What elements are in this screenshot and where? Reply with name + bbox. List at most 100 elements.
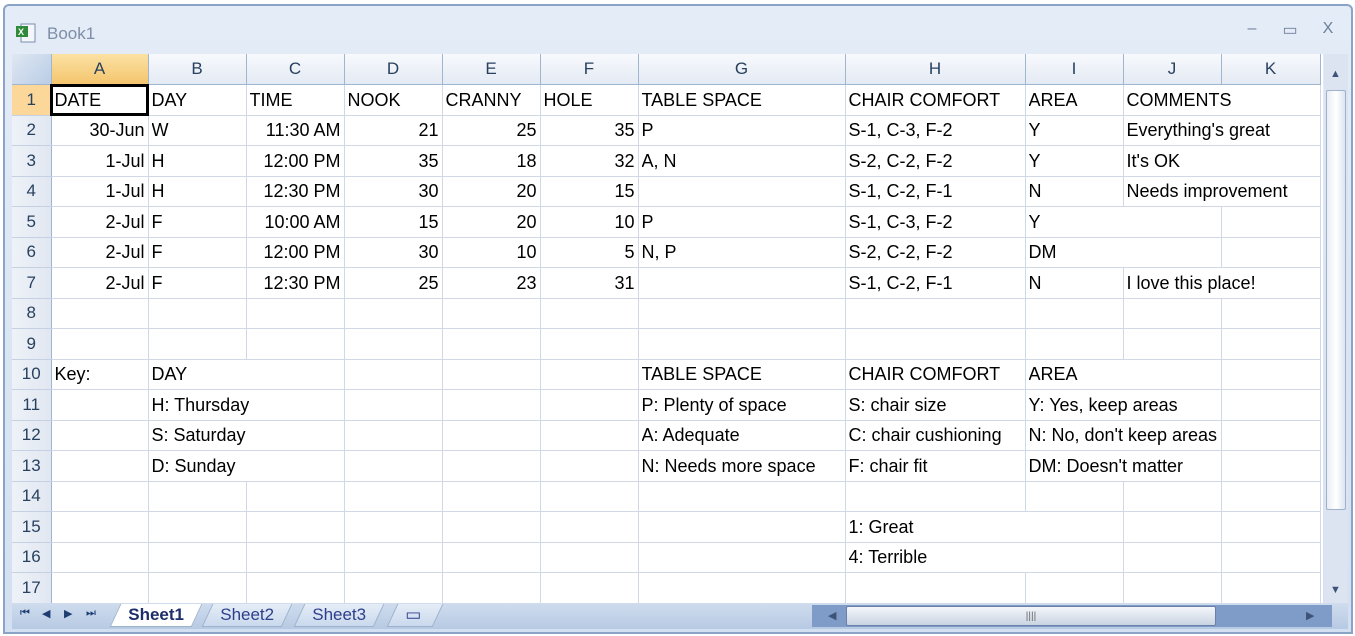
cell-K13[interactable] [1221,450,1321,482]
cell-A15[interactable] [51,511,149,543]
cell-D7[interactable]: 25 [344,267,443,299]
cell-A1[interactable]: DATE [50,83,149,116]
cell-I12[interactable]: N: No, don't keep areas [1025,420,1217,451]
cell-F14[interactable] [540,481,639,512]
cell-K15[interactable] [1221,511,1321,543]
cell-I7[interactable]: N [1025,267,1124,299]
cell-D17[interactable] [344,572,443,603]
cell-H10[interactable]: CHAIR COMFORT [845,359,1026,390]
cell-E14[interactable] [442,481,541,512]
cell-I5[interactable]: Y [1025,206,1123,238]
cell-E6[interactable]: 10 [442,237,541,268]
cell-B12[interactable]: S: Saturday [148,420,246,451]
cell-C12[interactable] [246,420,345,451]
cell-C16[interactable] [246,542,345,573]
cell-E9[interactable] [442,328,541,360]
cell-H11[interactable]: S: chair size [845,389,1026,421]
cell-I6[interactable]: DM [1025,237,1123,268]
next-sheet-icon[interactable]: ▶ [64,607,72,620]
cell-D8[interactable] [344,298,443,329]
vertical-scroll-thumb[interactable] [1326,90,1346,510]
cell-C15[interactable] [246,511,345,543]
cell-F13[interactable] [540,450,639,482]
cell-D14[interactable] [344,481,443,512]
cell-G7[interactable] [638,267,846,299]
column-header-C[interactable]: C [246,54,345,85]
cell-E17[interactable] [442,572,541,603]
cell-C7[interactable]: 12:30 PM [246,267,345,299]
horizontal-scrollbar[interactable]: ◀ |||| ▶ [812,605,1332,627]
column-header-K[interactable]: K [1221,54,1321,85]
cell-H3[interactable]: S-2, C-2, F-2 [845,145,1026,177]
cell-J9[interactable] [1123,328,1222,360]
cell-D16[interactable] [344,542,443,573]
cell-K14[interactable] [1221,481,1321,512]
cell-A10[interactable]: Key: [51,359,149,390]
cell-A11[interactable] [51,389,149,421]
cell-K6[interactable] [1221,237,1321,268]
cell-F15[interactable] [540,511,639,543]
cell-C2[interactable]: 11:30 AM [246,115,345,146]
row-header-10[interactable]: 10 [12,359,52,390]
row-header-3[interactable]: 3 [12,145,52,177]
cell-E5[interactable]: 20 [442,206,541,238]
cell-G6[interactable]: N, P [638,237,846,268]
cell-C6[interactable]: 12:00 PM [246,237,345,268]
cell-H12[interactable]: C: chair cushioning [845,420,1026,451]
minimize-button[interactable]: – [1241,20,1263,38]
cell-H13[interactable]: F: chair fit [845,450,1026,482]
column-header-F[interactable]: F [540,54,639,85]
cell-K10[interactable] [1221,359,1321,390]
cell-B8[interactable] [148,298,247,329]
cell-A16[interactable] [51,542,149,573]
cell-B5[interactable]: F [148,206,247,238]
column-header-J[interactable]: J [1123,54,1222,85]
cell-A13[interactable] [51,450,149,482]
cell-B1[interactable]: DAY [148,84,247,116]
cell-J14[interactable] [1123,481,1222,512]
cell-C9[interactable] [246,328,345,360]
row-header-8[interactable]: 8 [12,298,52,329]
cell-G17[interactable] [638,572,846,603]
scroll-up-icon[interactable]: ▲ [1330,68,1341,80]
cell-I11[interactable]: Y: Yes, keep areas [1025,389,1178,421]
cell-C8[interactable] [246,298,345,329]
last-sheet-icon[interactable]: ⏭ [86,607,96,620]
cell-I14[interactable] [1025,481,1124,512]
cell-F4[interactable]: 15 [540,176,639,207]
cell-C4[interactable]: 12:30 PM [246,176,345,207]
cell-C11[interactable] [246,389,345,421]
cell-F8[interactable] [540,298,639,329]
cell-I9[interactable] [1025,328,1124,360]
cell-I10[interactable]: AREA [1025,359,1123,390]
cell-D9[interactable] [344,328,443,360]
cell-K3[interactable] [1221,145,1321,177]
cell-B15[interactable] [148,511,247,543]
prev-sheet-icon[interactable]: ◀ [42,607,50,620]
cell-H9[interactable] [845,328,1026,360]
cell-A2[interactable]: 30-Jun [51,115,149,146]
scroll-right-icon[interactable]: ▶ [1306,609,1314,622]
cell-H8[interactable] [845,298,1026,329]
cell-E1[interactable]: CRANNY [442,84,541,116]
cell-J17[interactable] [1123,572,1222,603]
cell-E12[interactable] [442,420,541,451]
cell-F11[interactable] [540,389,639,421]
cell-G14[interactable] [638,481,846,512]
cell-J6[interactable] [1123,237,1222,268]
first-sheet-icon[interactable]: ⏮ [20,607,30,620]
cell-H17[interactable] [845,572,1026,603]
cell-D4[interactable]: 30 [344,176,443,207]
row-header-7[interactable]: 7 [12,267,52,299]
cell-H6[interactable]: S-2, C-2, F-2 [845,237,1026,268]
cell-H4[interactable]: S-1, C-2, F-1 [845,176,1026,207]
cell-D11[interactable] [344,389,443,421]
cell-F16[interactable] [540,542,639,573]
row-header-4[interactable]: 4 [12,176,52,207]
cell-F2[interactable]: 35 [540,115,639,146]
cell-H5[interactable]: S-1, C-3, F-2 [845,206,1026,238]
column-header-D[interactable]: D [344,54,443,85]
cell-C14[interactable] [246,481,345,512]
cell-B4[interactable]: H [148,176,247,207]
cell-G16[interactable] [638,542,846,573]
